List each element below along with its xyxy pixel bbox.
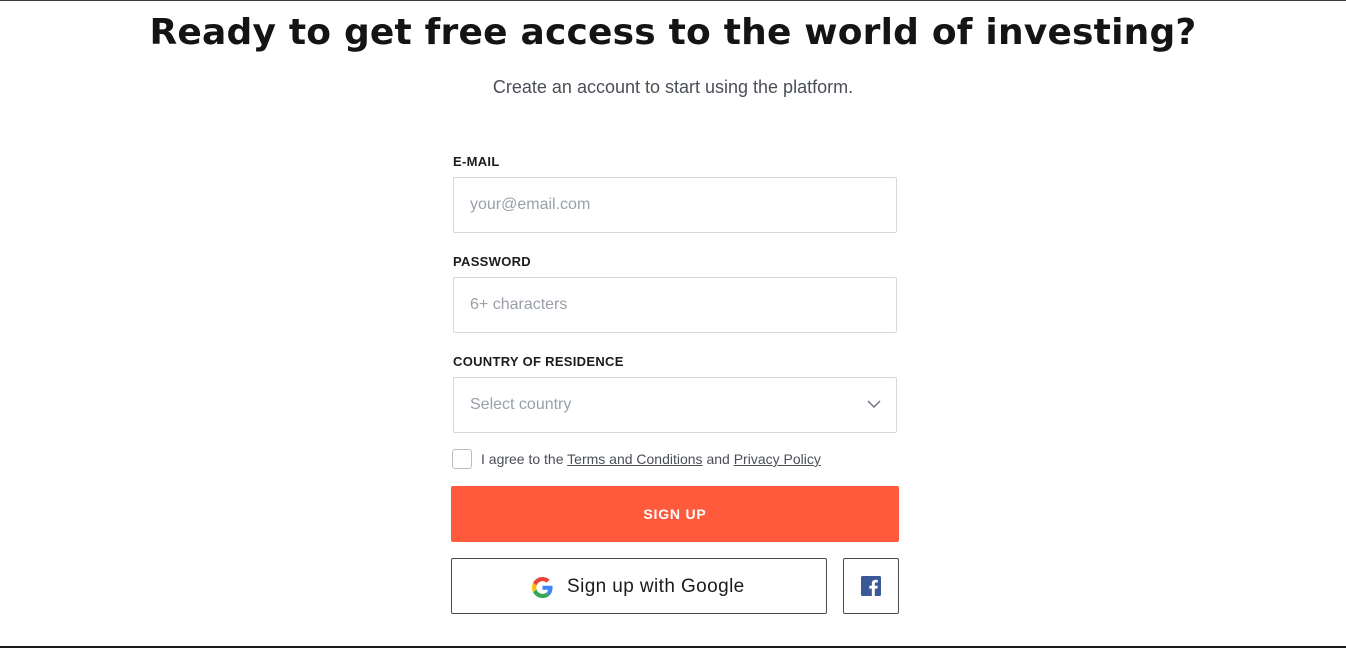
agreement-conjunction: and <box>706 451 730 467</box>
agree-checkbox[interactable] <box>452 449 472 469</box>
password-label: PASSWORD <box>453 254 531 269</box>
page-subtitle: Create an account to start using the pla… <box>492 77 854 97</box>
agreement-text: I agree to the Terms and Conditions and … <box>481 450 821 468</box>
terms-link[interactable]: Terms and Conditions <box>567 451 702 467</box>
email-field-wrapper <box>453 177 897 233</box>
facebook-signup-button[interactable] <box>843 558 899 614</box>
google-icon <box>532 576 553 598</box>
email-field[interactable] <box>454 178 896 232</box>
privacy-link[interactable]: Privacy Policy <box>734 451 821 467</box>
password-field-wrapper <box>453 277 897 333</box>
sign-up-button[interactable]: SIGN UP <box>451 486 899 542</box>
country-select-value: Select country <box>470 396 572 413</box>
password-field[interactable] <box>454 278 896 332</box>
page-title: Ready to get free access to the world of… <box>149 12 1197 53</box>
google-signup-button[interactable]: Sign up with Google <box>451 558 827 614</box>
signup-page: Ready to get free access to the world of… <box>0 0 1346 648</box>
facebook-icon <box>861 576 881 596</box>
country-label: COUNTRY OF RESIDENCE <box>453 354 624 369</box>
google-button-content: Sign up with Google <box>532 575 745 599</box>
agreement-prefix: I agree to the <box>481 451 564 467</box>
google-button-label: Sign up with Google <box>567 576 745 597</box>
chevron-down-icon <box>867 400 881 408</box>
agreement-row: I agree to the Terms and Conditions and … <box>452 449 897 469</box>
email-label: E-MAIL <box>453 154 500 169</box>
country-select[interactable]: Select country <box>453 377 897 433</box>
